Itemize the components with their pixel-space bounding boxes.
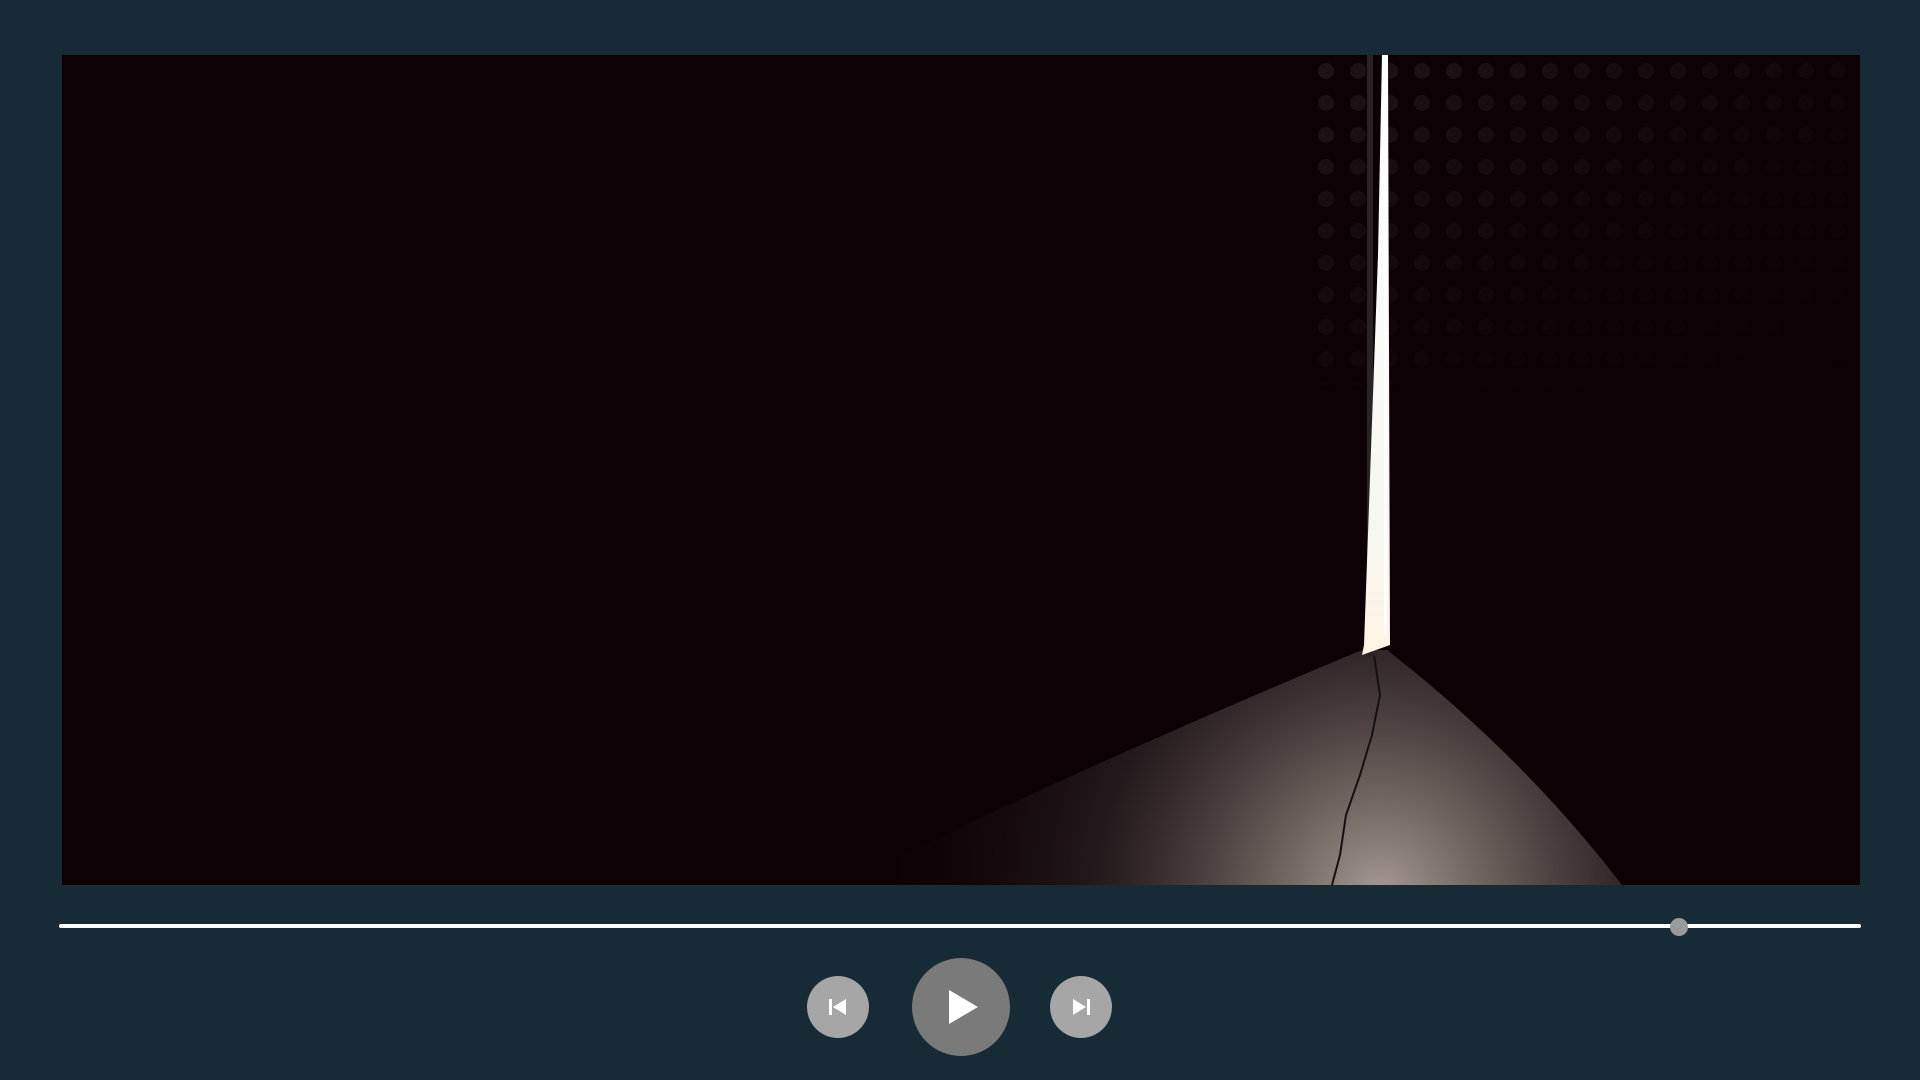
seek-thumb[interactable] (1669, 918, 1688, 936)
seek-track[interactable] (59, 924, 1861, 928)
previous-button[interactable] (807, 976, 869, 1038)
video-player (0, 0, 1920, 1080)
seek-bar[interactable] (59, 918, 1861, 936)
playback-controls (0, 958, 1920, 1056)
skip-previous-icon (827, 997, 849, 1017)
play-button[interactable] (912, 958, 1010, 1056)
video-thumbnail (62, 55, 1860, 885)
play-icon (941, 987, 981, 1027)
next-button[interactable] (1050, 976, 1112, 1038)
video-frame[interactable] (62, 55, 1860, 885)
skip-next-icon (1070, 997, 1092, 1017)
